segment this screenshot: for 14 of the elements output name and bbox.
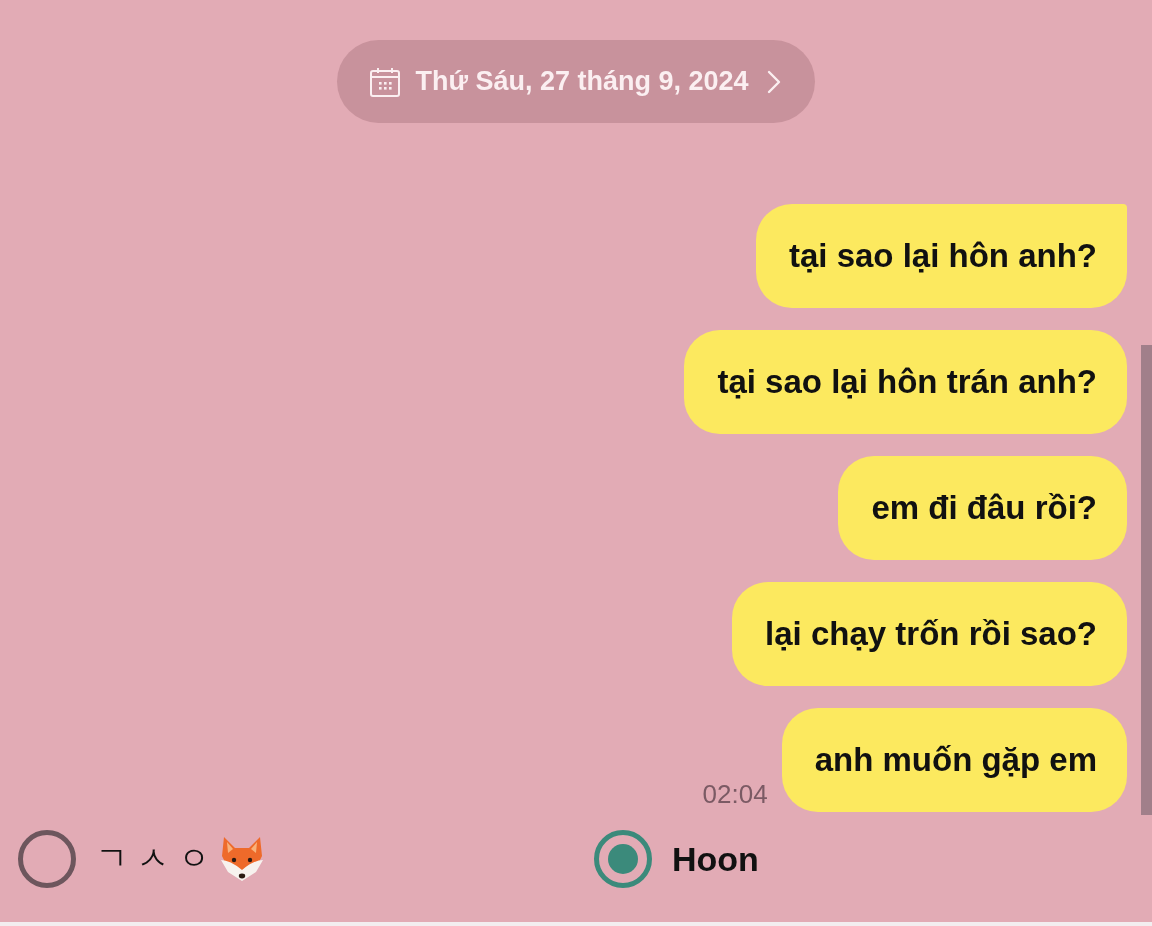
radio-button[interactable] [18,830,76,888]
participant-name: Hoon [672,839,759,879]
calendar-icon [369,65,402,98]
message-bubble: anh muốn gặp em [781,708,1127,812]
scrollbar-thumb[interactable] [1141,345,1152,815]
radio-button[interactable] [594,830,652,888]
message-time: 02:04 [702,779,768,811]
date-button[interactable]: Thứ Sáu, 27 tháng 9, 2024 [337,40,815,123]
participant-name: ㄱ ㅅ ㅇ [96,839,210,878]
chevron-right-icon [766,69,781,94]
message-bubble: lại chạy trốn rồi sao? [732,582,1127,686]
message-bubble: tại sao lại hôn anh? [755,204,1127,308]
message-bubble: em đi đâu rồi? [838,456,1127,560]
message-bubble: tại sao lại hôn trán anh? [684,330,1127,434]
